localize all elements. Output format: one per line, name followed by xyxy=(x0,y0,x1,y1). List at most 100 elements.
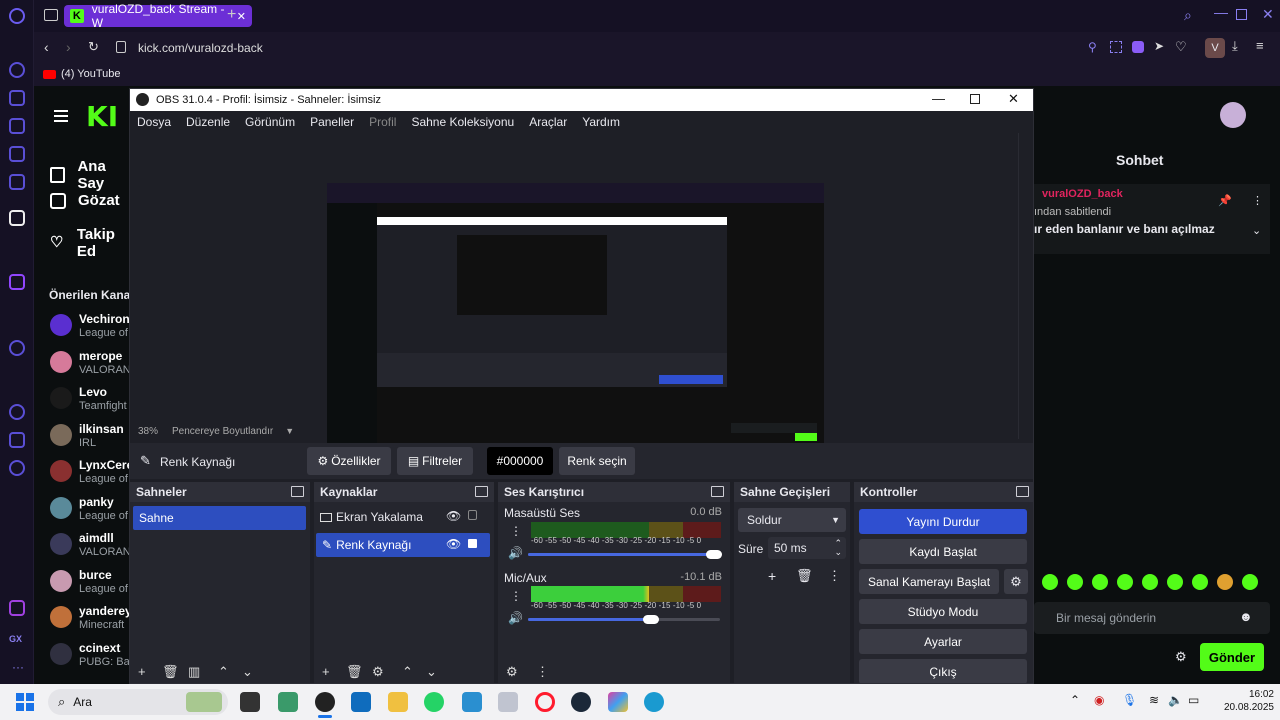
store-icon[interactable] xyxy=(351,692,371,712)
add-scene-icon[interactable]: + xyxy=(138,664,146,679)
wifi-icon[interactable]: ≋ xyxy=(1149,693,1159,707)
tray-expand-icon[interactable]: ⌃ xyxy=(1070,693,1080,707)
emote-icon[interactable] xyxy=(1117,574,1133,590)
speaker-icon[interactable]: 🔊 xyxy=(508,546,523,560)
source-item-selected[interactable]: ✎ Renk Kaynağı xyxy=(316,533,490,557)
color-swatch[interactable]: #000000 xyxy=(487,447,553,475)
lock-icon[interactable] xyxy=(468,539,477,548)
gx-icon[interactable]: GX xyxy=(9,634,22,644)
vpn-icon[interactable] xyxy=(1132,41,1144,53)
pin-icon[interactable]: ⚲ xyxy=(1088,40,1097,54)
obs-app-icon[interactable] xyxy=(315,692,335,712)
source-properties-icon[interactable]: ⚙ xyxy=(372,664,384,680)
taskbar-search[interactable]: ⌕ Ara xyxy=(48,689,228,715)
maximize-icon[interactable] xyxy=(1236,9,1247,20)
extensions-icon[interactable] xyxy=(9,432,25,448)
download-icon[interactable]: ⤓ xyxy=(1232,38,1238,54)
pin-icon[interactable]: 📌 xyxy=(1218,194,1232,207)
messenger-icon[interactable] xyxy=(9,146,25,162)
battery-icon[interactable]: ▭ xyxy=(1188,693,1199,707)
start-virtual-camera-button[interactable]: Sanal Kamerayı Başlat xyxy=(859,569,999,594)
start-button[interactable] xyxy=(16,693,34,711)
vscode-icon[interactable] xyxy=(278,692,298,712)
move-down-icon[interactable]: ⌄ xyxy=(242,664,253,680)
spin-arrows-icon[interactable]: ⌃ ⌄ xyxy=(834,539,842,557)
lock-icon[interactable] xyxy=(468,510,477,520)
move-down-icon[interactable]: ⌄ xyxy=(426,664,437,680)
menu-profil[interactable]: Profil xyxy=(369,115,396,129)
add-transition-icon[interactable]: + xyxy=(768,568,776,584)
emote-icon[interactable] xyxy=(1142,574,1158,590)
task-view-icon[interactable] xyxy=(240,692,260,712)
pick-color-button[interactable]: Renk seçin xyxy=(559,447,635,475)
app-icon[interactable] xyxy=(498,692,518,712)
volume-icon[interactable]: 🔈 xyxy=(1168,693,1183,707)
remove-source-icon[interactable]: 🗑 xyxy=(346,664,363,680)
crypto-icon[interactable] xyxy=(9,118,25,134)
obs-preview[interactable] xyxy=(130,133,1018,462)
menu-araclar[interactable]: Araçlar xyxy=(529,115,567,129)
scene-filters-icon[interactable]: ▥ xyxy=(188,664,200,680)
properties-button[interactable]: ⚙ Özellikler xyxy=(307,447,391,475)
volume-knob[interactable] xyxy=(642,615,659,624)
copilot-icon[interactable] xyxy=(608,692,628,712)
emote-icon[interactable] xyxy=(1192,574,1208,590)
opera-icon[interactable] xyxy=(535,692,555,712)
defender-icon[interactable] xyxy=(462,692,482,712)
exit-button[interactable]: Çıkış xyxy=(859,659,1027,683)
mixer-settings-icon[interactable]: ⚙ xyxy=(506,664,518,680)
emote-icon[interactable] xyxy=(1217,574,1233,590)
send-button[interactable]: Gönder xyxy=(1200,643,1264,671)
remove-scene-icon[interactable]: 🗑 xyxy=(162,664,179,680)
forward-icon[interactable]: › xyxy=(66,39,71,55)
url-field[interactable]: kick.com/vuralozd-back xyxy=(138,41,263,55)
add-source-icon[interactable]: + xyxy=(322,664,330,679)
aria-icon[interactable] xyxy=(9,90,25,106)
stop-streaming-button[interactable]: Yayını Durdur xyxy=(859,509,1027,534)
menu-sahne-koleksiyonu[interactable]: Sahne Koleksiyonu xyxy=(411,115,514,129)
send-icon[interactable]: ➤ xyxy=(1154,39,1164,53)
emote-icon[interactable] xyxy=(1242,574,1258,590)
source-item[interactable]: Ekran Yakalama xyxy=(320,510,423,524)
twitch-icon[interactable] xyxy=(9,274,25,290)
play-icon[interactable] xyxy=(9,340,25,356)
clock-icon[interactable] xyxy=(9,404,25,420)
obs-minimize-icon[interactable]: — xyxy=(932,91,945,106)
history-icon[interactable] xyxy=(9,62,25,78)
expand-icon[interactable]: ⌄ xyxy=(1252,224,1261,237)
channel-menu-icon[interactable]: ⋮ xyxy=(510,589,522,603)
move-up-icon[interactable]: ⌃ xyxy=(218,664,229,680)
back-icon[interactable]: ‹ xyxy=(44,39,49,55)
menu-duzenle[interactable]: Düzenle xyxy=(186,115,230,129)
transition-menu-icon[interactable]: ⋮ xyxy=(828,568,841,584)
tab-close-icon[interactable]: ✕ xyxy=(237,10,246,23)
emoji-icon[interactable]: ☻ xyxy=(1239,609,1253,624)
settings-button[interactable]: Ayarlar xyxy=(859,629,1027,654)
duration-spinbox[interactable]: 50 ms ⌃ ⌄ xyxy=(768,537,846,559)
profile-avatar[interactable]: V xyxy=(1205,38,1225,58)
volume-knob[interactable] xyxy=(706,550,723,559)
heart-icon[interactable]: ♡ xyxy=(1175,39,1187,55)
speaker-icon[interactable]: 🔊 xyxy=(508,611,523,625)
clock[interactable]: 16:02 20.08.2025 xyxy=(1222,688,1274,714)
edge-icon[interactable] xyxy=(644,692,664,712)
menu-paneller[interactable]: Paneller xyxy=(310,115,354,129)
minimize-icon[interactable]: — xyxy=(1214,4,1228,20)
tab-menu-icon[interactable] xyxy=(44,9,58,21)
virtual-camera-settings-icon[interactable]: ⚙ xyxy=(1004,569,1028,594)
file-explorer-icon[interactable] xyxy=(388,692,408,712)
new-tab-button[interactable]: + xyxy=(227,6,236,24)
microphone-icon[interactable]: 🎙 xyxy=(1122,693,1137,707)
obs-close-icon[interactable]: ✕ xyxy=(1008,91,1019,107)
undock-icon[interactable] xyxy=(475,486,488,497)
reload-icon[interactable]: ↻ xyxy=(88,39,99,55)
bookmark-youtube[interactable]: (4) YouTube xyxy=(43,68,121,80)
nav-home[interactable]: Ana Say xyxy=(50,158,134,192)
move-up-icon[interactable]: ⌃ xyxy=(402,664,413,680)
tray-app-icon[interactable]: ◉ xyxy=(1094,693,1104,707)
obs-maximize-icon[interactable] xyxy=(970,94,980,104)
remove-transition-icon[interactable]: 🗑 xyxy=(796,568,813,584)
whatsapp-icon[interactable] xyxy=(424,692,444,712)
zoom-mode[interactable]: Pencereye Boyutlandır xyxy=(172,426,273,437)
nav-browse[interactable]: Gözat xyxy=(50,192,120,209)
